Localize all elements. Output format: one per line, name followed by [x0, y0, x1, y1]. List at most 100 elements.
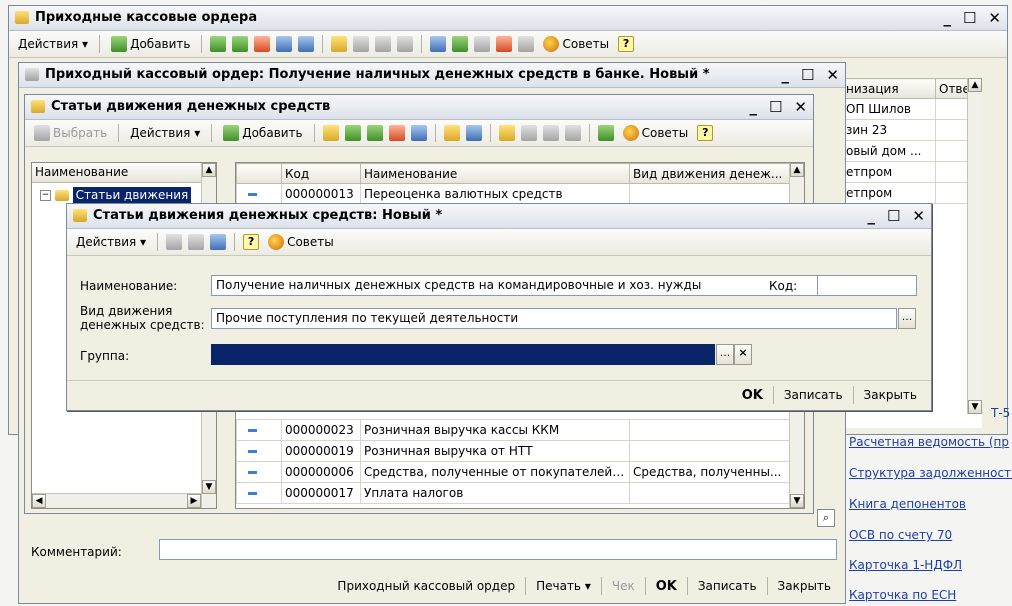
filter-icon[interactable]: [498, 125, 515, 141]
table-cell[interactable]: 000000019: [281, 440, 361, 462]
scroll-left-icon[interactable]: ◀: [32, 494, 46, 508]
column-header-code[interactable]: Код: [281, 163, 361, 184]
close-window-button[interactable]: Закрыть: [858, 386, 923, 404]
scroll-down-icon[interactable]: ▼: [202, 480, 216, 494]
move-to-group-icon[interactable]: [443, 125, 460, 141]
close-button[interactable]: ✕: [912, 204, 925, 228]
up-level-icon[interactable]: [465, 125, 482, 141]
collapse-icon[interactable]: −: [40, 190, 51, 201]
structure-icon[interactable]: [188, 234, 205, 250]
name-input[interactable]: Получение наличных денежных средств на к…: [211, 275, 845, 296]
tips-button[interactable]: Советы: [540, 35, 612, 53]
delete-icon[interactable]: [388, 125, 405, 141]
close-button[interactable]: ✕: [826, 63, 839, 87]
tree-header[interactable]: Наименование: [32, 163, 216, 183]
minimize-button[interactable]: _: [943, 6, 951, 30]
table-row[interactable]: 000000013 Переоценка валютных средств: [236, 183, 804, 205]
tree-node-root[interactable]: − Статьи движения: [40, 186, 192, 204]
table-cell[interactable]: 000000017: [281, 482, 361, 504]
table-cell[interactable]: 000000006: [281, 461, 361, 483]
table-cell[interactable]: Розничная выручка от НТТ: [360, 440, 630, 462]
go-icon[interactable]: [210, 234, 227, 250]
hierarchy-icon[interactable]: [276, 36, 293, 52]
t5-label[interactable]: Т-5: [991, 406, 1010, 420]
pko-list-titlebar[interactable]: Приходные кассовые ордера _ ☐ ✕: [9, 6, 1007, 31]
help-icon[interactable]: ?: [618, 36, 635, 52]
filter-list-icon[interactable]: [353, 36, 370, 52]
horizontal-scrollbar[interactable]: ◀ ▶: [32, 493, 201, 508]
delete-icon[interactable]: [254, 36, 271, 52]
report-link[interactable]: Карточка по ЕСН: [849, 588, 956, 602]
column-header[interactable]: низация: [842, 78, 936, 99]
save-button[interactable]: Записать: [778, 386, 849, 404]
tips-button[interactable]: Советы: [265, 233, 337, 251]
table-row[interactable]: 000000017 Уплата налогов: [236, 482, 804, 504]
table-cell[interactable]: етпром: [842, 182, 936, 204]
maximize-button[interactable]: ☐: [801, 63, 814, 87]
table-row[interactable]: 000000023 Розничная выручка кассы ККМ: [236, 419, 804, 441]
maximize-button[interactable]: ☐: [887, 204, 900, 228]
kind-input[interactable]: Прочие поступления по текущей деятельнос…: [211, 308, 897, 329]
select-button[interactable]: Выбрать: [31, 124, 110, 142]
comment-input[interactable]: [159, 539, 837, 560]
check-button[interactable]: Чек: [606, 577, 641, 595]
table-cell[interactable]: Переоценка валютных средств: [360, 183, 630, 205]
ok-button[interactable]: OK: [650, 577, 683, 596]
maximize-button[interactable]: ☐: [769, 95, 782, 119]
print-menu-button[interactable]: Печать ▾: [530, 577, 597, 595]
search-icon[interactable]: ⌕: [817, 509, 835, 527]
refresh-icon[interactable]: [597, 125, 614, 141]
actions-menu[interactable]: Действия ▾: [73, 234, 149, 250]
close-button[interactable]: ✕: [988, 6, 1001, 30]
cashflow-item-titlebar[interactable]: Статьи движения денежных средств: Новый …: [67, 204, 931, 229]
table-cell[interactable]: 000000013: [281, 183, 361, 205]
table-cell[interactable]: [629, 183, 804, 205]
add-button[interactable]: Добавить: [108, 35, 193, 53]
add-group-icon[interactable]: [322, 125, 339, 141]
table-cell[interactable]: [629, 419, 804, 441]
copy-icon[interactable]: [210, 36, 227, 52]
pko-document-titlebar[interactable]: Приходный кассовый ордер: Получение нали…: [19, 63, 845, 88]
tips-button[interactable]: Советы: [620, 124, 692, 142]
actions-menu[interactable]: Действия ▾: [15, 36, 91, 52]
column-header-name[interactable]: Наименование: [360, 163, 630, 184]
minimize-button[interactable]: _: [781, 63, 789, 87]
table-cell[interactable]: [629, 440, 804, 462]
add-button[interactable]: Добавить: [220, 124, 305, 142]
table-cell[interactable]: Средства, полученны...: [629, 461, 804, 483]
report-link[interactable]: Структура задолженности: [849, 466, 1012, 480]
report-icon[interactable]: [518, 36, 535, 52]
kind-select-button[interactable]: ...: [898, 308, 916, 329]
maximize-button[interactable]: ☐: [963, 6, 976, 30]
scroll-right-icon[interactable]: ▶: [187, 494, 201, 508]
group-clear-button[interactable]: ×: [734, 344, 752, 365]
vertical-scrollbar[interactable]: ▲ ▼: [967, 78, 982, 414]
column-header-kind[interactable]: Вид движения денеж...: [629, 163, 804, 184]
report-link[interactable]: Расчетная ведомость (пр: [849, 435, 1009, 449]
scroll-up-icon[interactable]: ▲: [968, 78, 982, 92]
edit-icon[interactable]: [232, 36, 249, 52]
filter-off-icon[interactable]: [397, 36, 414, 52]
scroll-up-icon[interactable]: ▲: [202, 163, 216, 177]
actions-menu[interactable]: Действия ▾: [127, 125, 203, 141]
report-link[interactable]: ОСВ по счету 70: [849, 528, 952, 542]
report-link[interactable]: Карточка 1-НДФЛ: [849, 558, 962, 572]
refresh-icon[interactable]: [452, 36, 469, 52]
close-button[interactable]: ✕: [794, 95, 807, 119]
table-cell[interactable]: етпром: [842, 161, 936, 183]
filter-off-icon[interactable]: [564, 125, 581, 141]
table-cell[interactable]: зин 23: [842, 119, 936, 141]
table-cell[interactable]: Уплата налогов: [360, 482, 630, 504]
minimize-button[interactable]: _: [749, 95, 757, 119]
filter-list-icon[interactable]: [520, 125, 537, 141]
copy-icon[interactable]: [344, 125, 361, 141]
report-link[interactable]: Книга депонентов: [849, 497, 966, 511]
table-row[interactable]: 000000019 Розничная выручка от НТТ: [236, 440, 804, 462]
dt-kt-icon[interactable]: [496, 36, 513, 52]
minimize-button[interactable]: _: [867, 204, 875, 228]
scroll-down-icon[interactable]: ▼: [968, 400, 982, 414]
print-icon[interactable]: [474, 36, 491, 52]
save-button[interactable]: Записать: [692, 577, 763, 595]
group-input[interactable]: [211, 344, 715, 365]
post-icon[interactable]: [430, 36, 447, 52]
